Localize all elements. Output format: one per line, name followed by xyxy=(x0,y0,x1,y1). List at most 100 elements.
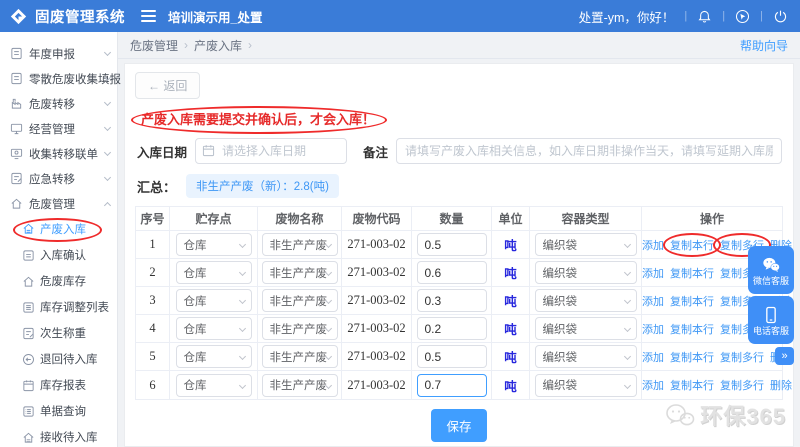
storage-select[interactable]: 仓库 xyxy=(175,261,252,284)
sidebar-item-label: 单据查询 xyxy=(40,406,86,418)
container-select[interactable]: 编织袋 xyxy=(534,373,637,397)
chevron-down-icon xyxy=(238,381,246,389)
sidebar-item-stock-report[interactable]: 库存报表 xyxy=(0,372,117,398)
inbound-date-input[interactable] xyxy=(195,138,348,164)
container-select[interactable]: 编织袋 xyxy=(534,289,637,312)
table-row: 6 仓库 非生产产废 271-003-02 吨 编织袋 添加 复制本行 复制多行… xyxy=(136,371,792,399)
sidebar-item-collect-manifest[interactable]: 收集转移联单 xyxy=(0,141,117,166)
add-row-link[interactable]: 添加 xyxy=(642,265,664,281)
add-row-link[interactable]: 添加 xyxy=(642,237,664,253)
row-index: 1 xyxy=(136,231,170,258)
waste-name-value: 非生产产废 xyxy=(269,380,328,392)
storage-select[interactable]: 仓库 xyxy=(175,345,252,368)
container-value: 编织袋 xyxy=(542,239,578,252)
row-index: 2 xyxy=(136,259,170,286)
sidebar-item-annual-report[interactable]: 年度申报 xyxy=(0,41,117,66)
sidebar-item-label: 入库确认 xyxy=(40,250,86,262)
sidebar-item-label: 危废管理 xyxy=(29,198,75,211)
copy-multi-rows-link[interactable]: 复制多行 xyxy=(720,377,764,393)
unit-label: 吨 xyxy=(492,343,530,370)
chevron-down-icon xyxy=(623,381,631,389)
storage-select[interactable]: 仓库 xyxy=(175,317,252,340)
menu-toggle-icon[interactable] xyxy=(141,10,156,22)
breadcrumb-level2[interactable]: 产废入库 xyxy=(194,37,242,54)
save-button[interactable]: 保存 xyxy=(431,409,487,442)
logout-power-icon[interactable] xyxy=(773,9,788,24)
waste-name-value: 非生产产废 xyxy=(269,295,328,308)
container-select[interactable]: 编织袋 xyxy=(534,345,637,368)
guide-demo-icon[interactable] xyxy=(735,9,750,24)
col-header-waste-code: 废物代码 xyxy=(342,207,412,230)
waste-name-select[interactable]: 非生产产废 xyxy=(261,289,338,312)
copy-row-link[interactable]: 复制本行 xyxy=(670,265,714,281)
breadcrumb-separator: › xyxy=(248,38,253,52)
sidebar-item-inbound-confirm[interactable]: 入库确认 xyxy=(0,242,117,268)
sidebar-item-waste-inbound[interactable]: 产废入库 xyxy=(0,216,117,242)
phone-service-button[interactable]: 电话客服 xyxy=(748,296,794,344)
sidebar-item-receive-pending[interactable]: 接收待入库 xyxy=(0,424,117,447)
container-value: 编织袋 xyxy=(542,267,578,280)
add-row-link[interactable]: 添加 xyxy=(642,377,664,393)
quantity-input[interactable] xyxy=(416,317,487,340)
quantity-input[interactable] xyxy=(416,261,487,284)
container-select[interactable]: 编织袋 xyxy=(534,261,637,284)
waste-code: 271-003-02 xyxy=(342,315,412,342)
sidebar-item-doc-query[interactable]: 单据查询 xyxy=(0,398,117,424)
sidebar-item-waste-transfer[interactable]: 危废转移 xyxy=(0,91,117,116)
unit-label: 吨 xyxy=(492,371,530,399)
waste-name-select[interactable]: 非生产产废 xyxy=(261,317,338,340)
chevron-down-icon xyxy=(238,240,246,249)
help-guide-link[interactable]: 帮助向导 xyxy=(740,37,788,54)
storage-select[interactable]: 仓库 xyxy=(175,373,252,397)
sidebar-item-secondary-weigh[interactable]: 次生称重 xyxy=(0,320,117,346)
table-row: 5 仓库 非生产产废 271-003-02 吨 编织袋 添加 复制本行 复制多行… xyxy=(136,343,792,371)
storage-value: 仓库 xyxy=(183,239,207,252)
back-button[interactable]: ← 返回 xyxy=(135,72,201,99)
copy-row-link[interactable]: 复制本行 xyxy=(670,349,714,365)
return-arrow-icon xyxy=(23,353,34,365)
remark-input[interactable] xyxy=(396,138,783,164)
quantity-input-focused[interactable] xyxy=(416,373,487,397)
col-header-container: 容器类型 xyxy=(530,207,642,230)
add-row-link[interactable]: 添加 xyxy=(642,321,664,337)
sidebar-item-waste-stock[interactable]: 危废库存 xyxy=(0,268,117,294)
copy-row-link[interactable]: 复制本行 xyxy=(670,293,714,309)
breadcrumb: 危废管理 › 产废入库 › 帮助向导 xyxy=(118,32,800,59)
copy-row-link[interactable]: 复制本行 xyxy=(670,321,714,337)
sidebar-item-waste-mgmt[interactable]: 危废管理 xyxy=(0,191,117,216)
waste-name-select[interactable]: 非生产产废 xyxy=(261,373,338,397)
sidebar-item-return-pending[interactable]: 退回待入库 xyxy=(0,346,117,372)
container-value: 编织袋 xyxy=(542,323,578,336)
copy-row-link[interactable]: 复制本行 xyxy=(670,377,714,393)
monitor-card-icon xyxy=(10,148,23,160)
quantity-input[interactable] xyxy=(416,345,487,368)
waste-code: 271-003-02 xyxy=(342,231,412,258)
list-doc-icon xyxy=(23,301,34,313)
copy-row-link[interactable]: 复制本行 xyxy=(670,240,714,252)
storage-select[interactable]: 仓库 xyxy=(175,233,252,256)
wechat-service-button[interactable]: 微信客服 xyxy=(748,246,794,294)
add-row-link[interactable]: 添加 xyxy=(642,349,664,365)
quantity-input[interactable] xyxy=(416,289,487,312)
sidebar-item-stock-adjust-list[interactable]: 库存调整列表 xyxy=(0,294,117,320)
waste-name-value: 非生产产废 xyxy=(269,267,328,280)
waste-name-select[interactable]: 非生产产废 xyxy=(261,261,338,284)
waste-name-value: 非生产产废 xyxy=(269,351,328,364)
table-row: 3 仓库 非生产产废 271-003-02 吨 编织袋 添加 复制本行 复制多行… xyxy=(136,287,792,315)
waste-name-select[interactable]: 非生产产废 xyxy=(261,233,338,256)
storage-select[interactable]: 仓库 xyxy=(175,289,252,312)
sidebar-item-operation-mgmt[interactable]: 经营管理 xyxy=(0,116,117,141)
sidebar-item-emergency-transfer[interactable]: 应急转移 xyxy=(0,166,117,191)
container-select[interactable]: 编织袋 xyxy=(534,233,637,256)
sidebar-item-scattered-waste[interactable]: 零散危废收集填报 xyxy=(0,66,121,91)
add-row-link[interactable]: 添加 xyxy=(642,293,664,309)
container-select[interactable]: 编织袋 xyxy=(534,317,637,340)
quantity-input[interactable] xyxy=(416,233,487,256)
collapse-panel-button[interactable]: » xyxy=(775,347,794,365)
breadcrumb-level1[interactable]: 危废管理 xyxy=(130,37,178,54)
inbound-table: 序号 贮存点 废物名称 废物代码 数量 单位 容器类型 操作 1 仓库 非生产产… xyxy=(135,206,792,400)
waste-name-select[interactable]: 非生产产废 xyxy=(261,345,338,368)
delete-row-link[interactable]: 删除 xyxy=(770,377,792,393)
notification-bell-icon[interactable] xyxy=(697,9,712,24)
phone-service-label: 电话客服 xyxy=(752,325,789,336)
